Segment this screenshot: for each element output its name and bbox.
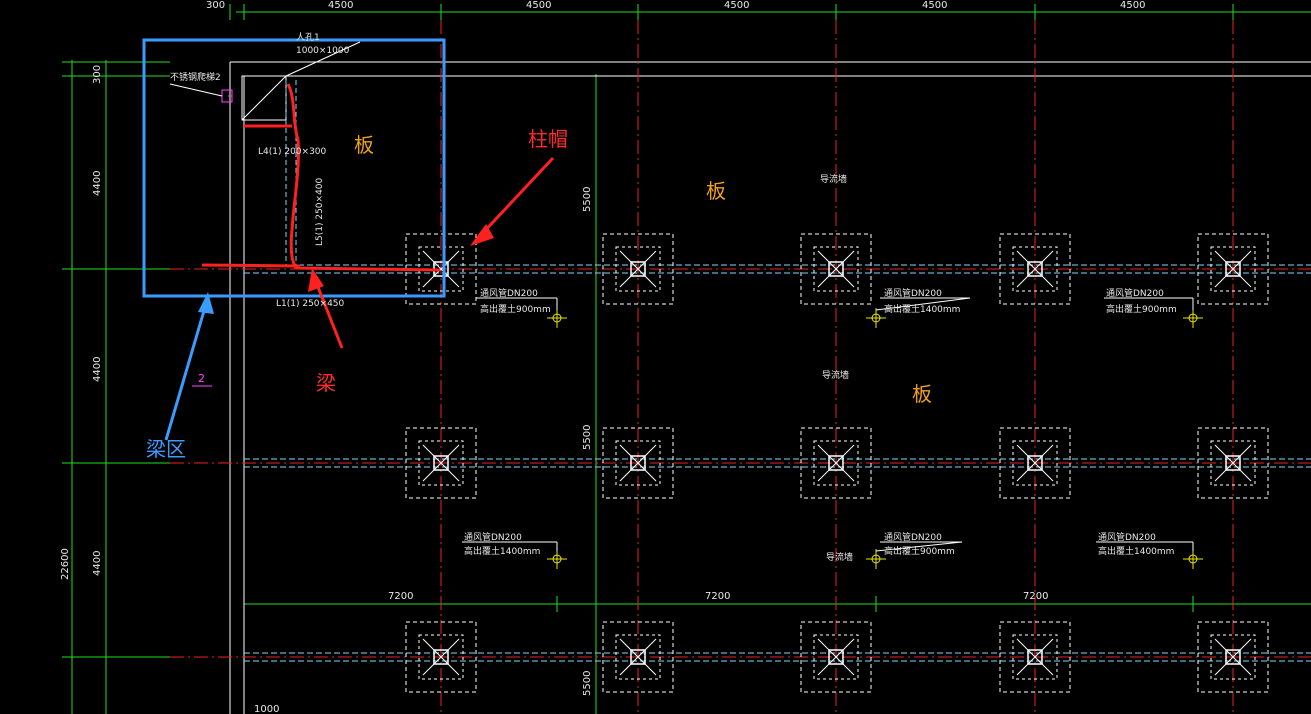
board-label-3: 板 — [912, 382, 932, 406]
pipe-note-2-line1: 通风管DN200 — [884, 287, 942, 299]
left-dim-3: 4400 — [92, 357, 103, 382]
span-dim-3: 7200 — [1023, 591, 1048, 602]
total-height-dim: 22600 — [60, 548, 71, 580]
pipe-note-3-line1: 通风管DN200 — [1106, 287, 1164, 299]
pipe-note-6: 通风管DN200 高出覆土1400mm — [1098, 531, 1174, 557]
top-dim-1: 300 — [206, 0, 225, 11]
guide-wall-2: 导流墙 — [822, 369, 849, 381]
pipe-note-1: 通风管DN200 高出覆土900mm — [480, 287, 551, 315]
pipe-note-4: 通风管DN200 高出覆土1400mm — [464, 531, 540, 557]
section-mark-2: 2 — [198, 372, 205, 385]
column-cap-arrow-head — [470, 224, 494, 246]
guide-wall-1: 导流墙 — [820, 173, 847, 185]
pipe-note-5-line2: 高出覆土900mm — [884, 545, 955, 557]
top-dim-3: 4500 — [526, 0, 551, 11]
column-cap-arrow-line — [478, 156, 555, 238]
inner-dim-5500-1: 5500 — [582, 187, 593, 212]
cad-drawing-canvas: 300 4500 4500 4500 4500 4500 300 4400 44… — [60, 0, 1311, 714]
top-dim-2: 4500 — [328, 0, 353, 11]
left-dim-4: 4400 — [92, 551, 103, 576]
board-label-2: 板 — [706, 179, 726, 203]
beam-arrow-head — [308, 268, 324, 292]
pipe-note-4-line1: 通风管DN200 — [464, 531, 522, 543]
manhole-size-label: 1000×1000 — [296, 46, 350, 56]
ladder-leader — [169, 83, 223, 97]
pipe-note-6-line2: 高出覆土1400mm — [1098, 545, 1174, 557]
pipe-note-5-line1: 通风管DN200 — [884, 531, 942, 543]
bottom-dim: 1000 — [254, 704, 279, 714]
pipe-note-3-line2: 高出覆土900mm — [1106, 303, 1177, 315]
pipe-note-2-line2: 高出覆土1400mm — [884, 303, 960, 315]
ladder-label: 不锈钢爬梯2 — [170, 71, 221, 83]
beam-l1-label: L1(1) 250×450 — [276, 299, 345, 309]
span-dim-1: 7200 — [388, 591, 413, 602]
inner-dim-5500-3: 5500 — [582, 671, 593, 696]
beam-l5-label: L5(1) 250×400 — [315, 177, 325, 246]
beam-l4-label: L4(1) 200×300 — [258, 147, 327, 157]
top-dim-4: 4500 — [724, 0, 749, 11]
pipe-note-4-line2: 高出覆土1400mm — [464, 545, 540, 557]
beam-zone-label: 梁区 — [146, 437, 186, 461]
column-cap-label: 柱帽 — [528, 127, 568, 151]
board-label-1: 板 — [354, 133, 374, 157]
manhole-diagonal — [241, 75, 287, 121]
pipe-note-3: 通风管DN200 高出覆土900mm — [1106, 287, 1177, 315]
pipe-note-1-line1: 通风管DN200 — [480, 287, 538, 299]
beam-label: 梁 — [316, 371, 336, 395]
pipe-note-6-line1: 通风管DN200 — [1098, 531, 1156, 543]
beam-arrow-line — [314, 281, 344, 349]
pipe-note-1-line2: 高出覆土900mm — [480, 303, 551, 315]
span-dim-2: 7200 — [705, 591, 730, 602]
guide-wall-3: 导流墙 — [826, 551, 853, 563]
manhole-label: 人孔1 — [296, 32, 320, 43]
drawing-geometry — [62, 4, 1311, 714]
top-dim-6: 4500 — [1120, 0, 1145, 11]
inner-dim-5500-2: 5500 — [582, 425, 593, 450]
left-dim-1: 300 — [92, 65, 103, 84]
left-dim-2: 4400 — [92, 171, 103, 196]
top-dim-5: 4500 — [922, 0, 947, 11]
